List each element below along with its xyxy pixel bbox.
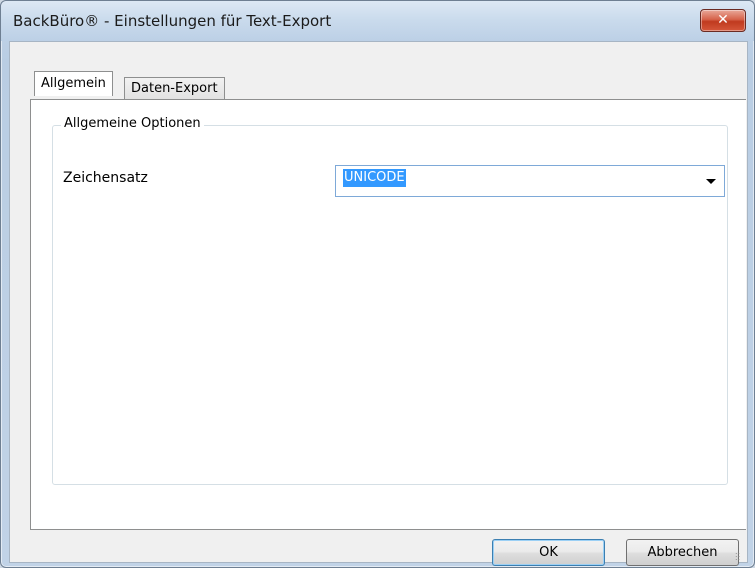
close-icon: ✕ xyxy=(717,12,729,28)
dialog-window: BackBüro® - Einstellungen für Text-Expor… xyxy=(0,0,755,568)
cancel-button-label: Abbrechen xyxy=(647,545,718,560)
dialog-client-area: Allgemein Daten-Export Allgemeine Option… xyxy=(9,41,748,566)
tab-label: Daten-Export xyxy=(131,81,218,96)
charset-dropdown[interactable]: UNICODE xyxy=(335,165,725,197)
group-title: Allgemeine Optionen xyxy=(61,116,204,131)
group-allgemeine-optionen: Allgemeine Optionen Zeichensatz UNICODE xyxy=(52,116,728,485)
tab-strip: Allgemein Daten-Export xyxy=(10,42,747,100)
chevron-down-icon[interactable] xyxy=(706,179,716,184)
tab-allgemein[interactable]: Allgemein xyxy=(34,71,113,96)
tab-label: Allgemein xyxy=(41,76,106,91)
cancel-button[interactable]: Abbrechen xyxy=(626,539,739,566)
tab-page-allgemein: Allgemeine Optionen Zeichensatz UNICODE xyxy=(30,99,746,530)
ok-button-label: OK xyxy=(539,545,558,560)
charset-selected-value: UNICODE xyxy=(343,169,406,187)
close-button[interactable]: ✕ xyxy=(700,9,746,32)
tab-daten-export[interactable]: Daten-Export xyxy=(124,77,225,100)
window-title: BackBüro® - Einstellungen für Text-Expor… xyxy=(13,12,332,30)
resize-grip-icon[interactable]: ..:.: xyxy=(735,548,745,562)
title-bar[interactable]: BackBüro® - Einstellungen für Text-Expor… xyxy=(1,1,754,41)
charset-label: Zeichensatz xyxy=(63,170,148,186)
ok-button[interactable]: OK xyxy=(492,539,605,566)
